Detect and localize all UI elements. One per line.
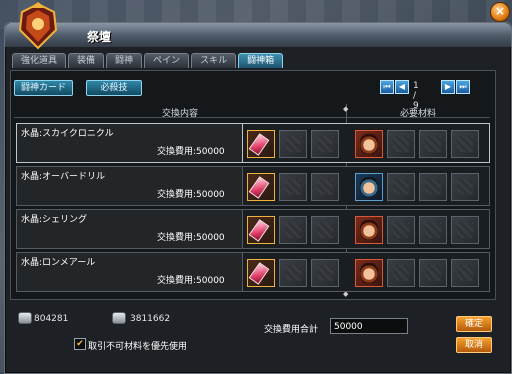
item-name: 水晶:ロンメアール bbox=[21, 258, 96, 268]
empty-slot bbox=[387, 259, 415, 287]
row-info: 水晶:シェリング 交換費用:50000 bbox=[16, 209, 244, 249]
character-portrait-icon bbox=[360, 177, 378, 197]
row-slots bbox=[242, 166, 490, 206]
prev-page-icon[interactable]: ◀ bbox=[395, 80, 409, 94]
altar-emblem-icon bbox=[18, 2, 58, 50]
close-button[interactable]: × bbox=[490, 2, 510, 22]
tab-equipment[interactable]: 装備 bbox=[68, 53, 105, 68]
tab-fighting-god-box[interactable]: 闘神箱 bbox=[238, 53, 284, 68]
material-slot[interactable] bbox=[355, 259, 383, 287]
material-slot[interactable] bbox=[355, 173, 383, 201]
coin-amount: 3811662 bbox=[130, 314, 171, 324]
character-portrait-icon bbox=[360, 263, 378, 283]
empty-slot bbox=[279, 216, 307, 244]
item-name: 水晶:スカイクロニクル bbox=[21, 129, 114, 139]
window-title: 祭壇 bbox=[87, 30, 112, 44]
empty-slot bbox=[311, 173, 339, 201]
empty-slot bbox=[279, 259, 307, 287]
empty-slot bbox=[451, 173, 479, 201]
empty-slot bbox=[311, 216, 339, 244]
tab-enhance-items[interactable]: 強化道具 bbox=[12, 53, 67, 68]
exchange-row[interactable]: 水晶:オーバードリル 交換費用:50000 bbox=[14, 166, 490, 206]
empty-slot bbox=[451, 216, 479, 244]
empty-slot bbox=[311, 259, 339, 287]
next-page-icon[interactable]: ▶ bbox=[441, 80, 455, 94]
crystal-item-slot[interactable] bbox=[247, 173, 275, 201]
exchange-row[interactable]: 水晶:スカイクロニクル 交換費用:50000 bbox=[14, 123, 490, 163]
row-slots bbox=[242, 252, 490, 292]
empty-slot bbox=[451, 259, 479, 287]
total-cost-field: 50000 bbox=[330, 318, 408, 334]
crystal-icon bbox=[248, 262, 270, 285]
empty-slot bbox=[419, 259, 447, 287]
item-cost: 交換費用:50000 bbox=[157, 190, 225, 200]
empty-slot bbox=[311, 130, 339, 158]
gold-amount: 804281 bbox=[34, 314, 69, 324]
crystal-icon bbox=[248, 133, 270, 156]
tab-fighting-god[interactable]: 闘神 bbox=[106, 53, 143, 68]
crystal-item-slot[interactable] bbox=[247, 259, 275, 287]
cancel-button[interactable]: 取消 bbox=[456, 337, 492, 353]
item-cost: 交換費用:50000 bbox=[157, 147, 225, 157]
total-cost-label: 交換費用合計 bbox=[264, 325, 319, 335]
row-info: 水晶:スカイクロニクル 交換費用:50000 bbox=[16, 123, 244, 163]
exchange-row[interactable]: 水晶:ロンメアール 交換費用:50000 bbox=[14, 252, 490, 292]
empty-slot bbox=[419, 216, 447, 244]
gold-coin-icon bbox=[18, 312, 32, 324]
row-info: 水晶:ロンメアール 交換費用:50000 bbox=[16, 252, 244, 292]
empty-slot bbox=[451, 130, 479, 158]
header-divider bbox=[14, 117, 490, 118]
row-info: 水晶:オーバードリル 交換費用:50000 bbox=[16, 166, 244, 206]
empty-slot bbox=[419, 173, 447, 201]
special-move-subtab-button[interactable]: 必殺技 bbox=[86, 80, 142, 96]
category-tabs: 強化道具 装備 闘神 ペイン スキル 闘神箱 bbox=[12, 53, 284, 69]
confirm-button[interactable]: 確定 bbox=[456, 316, 492, 332]
material-slot[interactable] bbox=[355, 216, 383, 244]
tab-pain[interactable]: ペイン bbox=[144, 53, 190, 68]
empty-slot bbox=[419, 130, 447, 158]
empty-slot bbox=[387, 216, 415, 244]
crystal-icon bbox=[248, 176, 270, 199]
character-portrait-icon bbox=[360, 220, 378, 240]
last-page-icon[interactable]: ⏭ bbox=[456, 80, 470, 94]
tab-skill[interactable]: スキル bbox=[191, 53, 237, 68]
item-cost: 交換費用:50000 bbox=[157, 233, 225, 243]
priority-material-label: 取引不可材料を優先使用 bbox=[88, 342, 188, 352]
coin-stack-icon bbox=[112, 312, 126, 324]
card-subtab-button[interactable]: 闘神カード bbox=[14, 80, 74, 96]
item-name: 水晶:オーバードリル bbox=[21, 172, 105, 182]
item-cost: 交換費用:50000 bbox=[157, 276, 225, 286]
crystal-item-slot[interactable] bbox=[247, 216, 275, 244]
title-bar[interactable]: 祭壇 bbox=[5, 23, 511, 47]
priority-material-checkbox[interactable]: ✔ bbox=[74, 338, 86, 350]
character-portrait-icon bbox=[360, 134, 378, 154]
empty-slot bbox=[387, 130, 415, 158]
scroll-up-marker: ◆ bbox=[343, 105, 349, 113]
empty-slot bbox=[279, 130, 307, 158]
item-name: 水晶:シェリング bbox=[21, 215, 88, 225]
exchange-row[interactable]: 水晶:シェリング 交換費用:50000 bbox=[14, 209, 490, 249]
first-page-icon[interactable]: ⏮ bbox=[380, 80, 394, 94]
empty-slot bbox=[279, 173, 307, 201]
crystal-item-slot[interactable] bbox=[247, 130, 275, 158]
row-slots bbox=[242, 123, 490, 163]
material-slot[interactable] bbox=[355, 130, 383, 158]
empty-slot bbox=[387, 173, 415, 201]
row-slots bbox=[242, 209, 490, 249]
crystal-icon bbox=[248, 219, 270, 242]
